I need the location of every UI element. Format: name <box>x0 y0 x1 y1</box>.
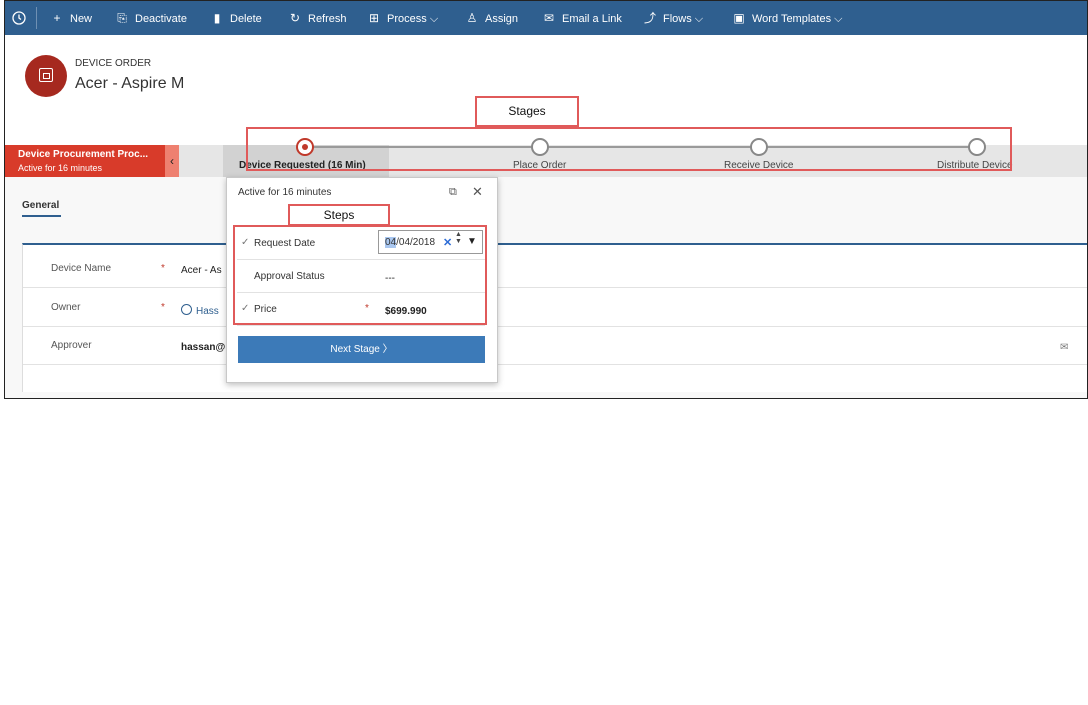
chevron-down-icon: ⌵ <box>834 13 843 25</box>
command-separator <box>36 7 37 29</box>
flows-icon: ⤴ <box>643 11 656 25</box>
process-button[interactable]: ⊞ Process ⌵ <box>367 1 438 35</box>
steps-annotation-box <box>233 225 487 325</box>
command-bar: + New ⎘ Deactivate ▮ Delete ↻ Refresh ⊞ Proce… <box>5 1 1087 35</box>
tab-general[interactable]: General <box>22 200 59 211</box>
entity-type: DEVICE ORDER <box>75 58 152 69</box>
stages-annotation-label: Stages <box>475 96 579 127</box>
assign-icon: ♙ <box>466 11 478 25</box>
deactivate-button[interactable]: ⎘ Deactivate <box>115 1 187 35</box>
device-name-field[interactable]: Acer - As <box>181 265 222 276</box>
field-row-owner: Owner * Hass <box>23 288 1087 327</box>
steps-annotation-label: Steps <box>288 204 390 226</box>
assign-button[interactable]: ♙ Assign <box>465 1 518 35</box>
chevron-down-icon: ⌵ <box>429 13 439 25</box>
delete-button[interactable]: ▮ Delete <box>210 1 262 35</box>
flows-button[interactable]: ⤴ Flows ⌵ <box>643 1 703 35</box>
collapse-process-button[interactable]: ‹ <box>165 145 179 177</box>
chevron-down-icon: ⌵ <box>694 13 704 25</box>
refresh-button[interactable]: ↻ Refresh <box>288 1 347 35</box>
field-label: Device Name <box>51 263 112 274</box>
tab-general-underline <box>22 215 61 217</box>
field-label: Owner <box>51 302 81 313</box>
process-name: Device Procurement Proc... <box>18 149 149 160</box>
refresh-icon: ↻ <box>289 11 301 25</box>
general-section: Device Name * Acer - As Owner * Hass App… <box>22 243 1087 392</box>
app-launcher-icon[interactable] <box>11 10 27 26</box>
word-templates-button[interactable]: ▣ Word Templates ⌵ <box>732 1 842 35</box>
approver-field[interactable]: hassan@ <box>181 342 225 353</box>
flyout-title: Active for 16 minutes <box>238 187 332 198</box>
field-row-approver: Approver hassan@ ✉ <box>23 326 1087 365</box>
email-a-link-button[interactable]: ✉ Email a Link <box>542 1 622 35</box>
word-icon: ▣ <box>733 11 745 25</box>
process-status: Active for 16 minutes <box>18 163 103 173</box>
close-icon[interactable]: ✕ <box>472 184 483 200</box>
field-label: Approver <box>51 340 92 351</box>
required-marker: * <box>161 302 165 313</box>
crm-window: + New ⎘ Deactivate ▮ Delete ↻ Refresh ⊞ Proce… <box>4 0 1088 399</box>
new-button[interactable]: + New <box>50 1 92 35</box>
field-row-device-name: Device Name * Acer - As <box>23 249 1087 288</box>
popout-icon[interactable]: ⧉ <box>449 186 457 199</box>
trash-icon: ▮ <box>213 11 221 25</box>
process-icon: ⊞ <box>368 11 380 25</box>
record-name: Acer - Aspire M <box>75 75 185 92</box>
device-icon <box>39 68 53 82</box>
deactivate-icon: ⎘ <box>117 11 127 25</box>
process-title[interactable]: Device Procurement Proc... Active for 16… <box>5 145 165 177</box>
entity-avatar <box>25 55 67 97</box>
email-icon: ✉ <box>543 11 555 25</box>
owner-lookup[interactable]: Hass <box>181 304 219 317</box>
stages-annotation-box <box>246 127 1012 171</box>
required-marker: * <box>161 263 165 274</box>
chevron-right-icon: 〉 <box>382 344 393 355</box>
next-stage-button[interactable]: Next Stage 〉 <box>238 336 485 363</box>
plus-icon: + <box>53 11 61 25</box>
user-icon <box>181 304 192 315</box>
email-icon[interactable]: ✉ <box>1060 342 1068 353</box>
